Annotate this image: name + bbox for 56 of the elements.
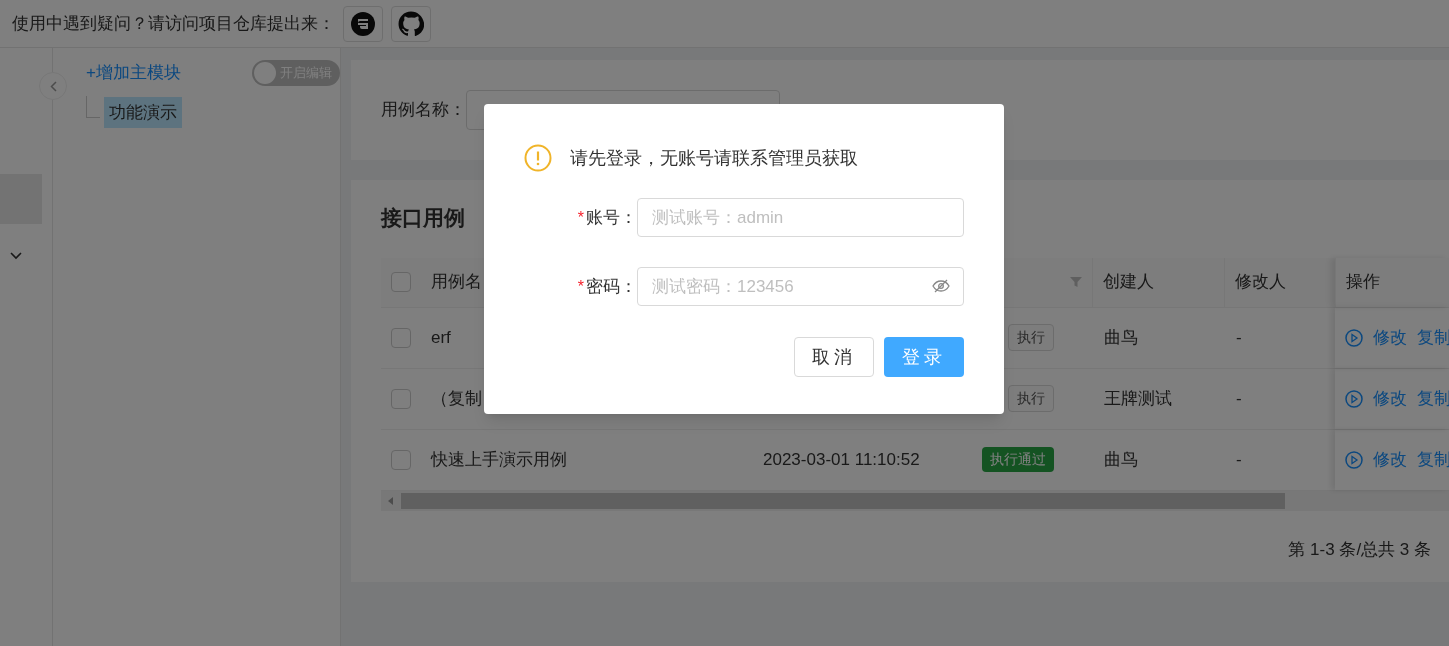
column-header: 操作	[1346, 271, 1380, 294]
play-circle-icon[interactable]	[1345, 389, 1363, 408]
filter-icon[interactable]	[1070, 276, 1082, 288]
status-tag: 执行通过	[982, 447, 1054, 472]
action-link[interactable]: 修改	[1373, 385, 1407, 412]
status-tag: 执行	[1008, 324, 1054, 351]
tree-connector-line	[86, 96, 100, 118]
action-link[interactable]: 复制	[1417, 446, 1449, 473]
password-field[interactable]: 测试密码：123456	[637, 267, 964, 306]
row-checkbox[interactable]	[391, 449, 411, 470]
row-checkbox[interactable]	[391, 388, 411, 409]
action-link[interactable]: 复制	[1417, 324, 1449, 351]
creator-cell-text: 王牌测试	[1103, 387, 1173, 410]
column-header: 修改人	[1235, 271, 1286, 294]
column-header: 创建人	[1103, 271, 1154, 294]
dialog-message: 请先登录，无账号请联系管理员获取	[570, 146, 858, 170]
help-text: 使用中遇到疑问？请访问项目仓库提出来：	[12, 12, 335, 35]
status-tag: 执行	[1008, 385, 1054, 412]
modifier-cell-text: -	[1235, 326, 1243, 349]
required-mark: *	[577, 276, 584, 297]
tree-node[interactable]: 功能演示	[104, 96, 182, 128]
select-all-checkbox[interactable]	[391, 272, 411, 292]
action-link[interactable]: 复制	[1417, 385, 1449, 412]
case-name: erf	[430, 326, 452, 349]
field-label: 账号：	[586, 206, 637, 229]
field-label: 密码：	[586, 275, 637, 298]
cancel-button[interactable]: 取消	[794, 337, 874, 377]
scroll-left-icon[interactable]	[388, 496, 394, 505]
time-cell: 2023-03-01 11:10:52	[763, 449, 920, 469]
github-link-button[interactable]	[391, 5, 431, 42]
repo-link-button[interactable]	[343, 5, 383, 42]
chevron-down-icon[interactable]	[10, 252, 22, 260]
column-header: 用例名	[431, 271, 482, 294]
warning-icon	[524, 144, 552, 172]
creator-cell-text: 曲鸟	[1103, 448, 1139, 471]
add-module-link[interactable]: +增加主模块	[86, 60, 181, 86]
case-name: （复制	[430, 387, 483, 410]
chevron-left-icon	[49, 80, 57, 92]
row-checkbox[interactable]	[391, 327, 411, 348]
action-link[interactable]: 修改	[1373, 324, 1407, 351]
action-link[interactable]: 修改	[1373, 446, 1407, 473]
github-icon	[398, 10, 424, 37]
modifier-cell-text: -	[1235, 387, 1243, 410]
search-label: 用例名称：	[381, 99, 466, 122]
login-button[interactable]: 登录	[884, 337, 964, 377]
case-name: 快速上手演示用例	[429, 448, 568, 471]
pagination-summary: 第 1-3 条/总共 3 条	[1288, 538, 1431, 561]
play-circle-icon[interactable]	[1345, 328, 1363, 347]
required-mark: *	[577, 207, 584, 228]
eye-off-icon[interactable]	[932, 279, 950, 293]
creator-cell-text: 曲鸟	[1103, 326, 1139, 349]
play-circle-icon[interactable]	[1345, 450, 1363, 469]
modifier-cell-text: -	[1235, 448, 1243, 471]
account-field[interactable]: 测试账号：admin	[637, 198, 964, 237]
table-title: 接口用例	[381, 205, 465, 231]
logo-icon	[350, 10, 376, 37]
